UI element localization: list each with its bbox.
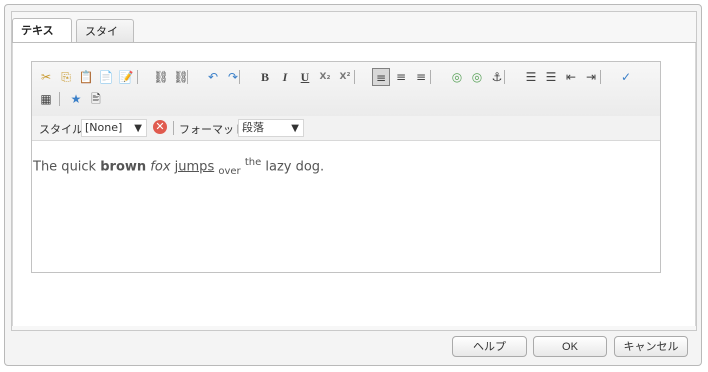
toolbar-separator [137, 70, 138, 84]
text-underline: jumps [174, 159, 215, 175]
special-char-icon[interactable]: ★ [67, 90, 85, 108]
underline-icon[interactable]: U [296, 68, 314, 86]
align-right-icon[interactable]: ≡ [412, 68, 430, 86]
undo-icon[interactable]: ↶ [204, 68, 222, 86]
italic-icon[interactable]: I [276, 68, 294, 86]
help-button[interactable]: ヘルプ [452, 336, 527, 357]
format-select[interactable]: 段落 ▼ [238, 119, 304, 137]
editor-toolbar: ✂ ⎘ 📋 📄 📝 ⛓ ⛓ ↶ ↷ B I U X₂ X² ≡ ≡ ≡ ◎ ◎ ⚓ ☰ ☰ ⇤ ⇥ ✓ ▦ ★ 🖹 [32, 62, 660, 117]
style-select-value: [None] [85, 121, 123, 134]
indent-icon[interactable]: ⇥ [582, 68, 600, 86]
format-label: フォーマット [179, 123, 245, 136]
tab-text[interactable]: テキスト [12, 18, 72, 61]
table-icon[interactable]: ▦ [37, 90, 55, 108]
align-left-icon[interactable]: ≡ [372, 68, 390, 86]
paste-text-icon[interactable]: 📄 [97, 68, 115, 86]
bulleted-list-icon[interactable]: ☰ [522, 68, 540, 86]
superscript-icon[interactable]: X² [336, 68, 354, 86]
toolbar-separator [430, 70, 431, 84]
dialog-footer: ヘルプ OK キャンセル [6, 331, 692, 361]
cancel-button[interactable]: キャンセル [614, 336, 688, 357]
text-plain-end: lazy dog. [265, 159, 325, 175]
chevron-down-icon: ▼ [134, 123, 142, 134]
tab-content: ✂ ⎘ 📋 📄 📝 ⛓ ⛓ ↶ ↷ B I U X₂ X² ≡ ≡ ≡ ◎ ◎ ⚓ ☰ ☰ ⇤ ⇥ ✓ ▦ ★ 🖹 スタイル [Non… [12, 43, 696, 326]
style-label: スタイル [39, 123, 83, 136]
toolbar-separator [173, 121, 174, 135]
style-format-bar: スタイル [None] ▼ ✕ フォーマット 段落 ▼ [32, 116, 660, 141]
format-select-value: 段落 [242, 121, 264, 134]
spellcheck-icon[interactable]: ✓ [617, 68, 635, 86]
text-subscript: over [218, 165, 241, 177]
cut-icon[interactable]: ✂ [37, 68, 55, 86]
paste-word-icon[interactable]: 📝 [117, 68, 135, 86]
text-bold: brown [100, 159, 147, 175]
toolbar-separator [600, 70, 601, 84]
text-italic: fox [150, 159, 171, 175]
text-superscript: the [244, 157, 262, 168]
outdent-icon[interactable]: ⇤ [562, 68, 580, 86]
align-center-icon[interactable]: ≡ [392, 68, 410, 86]
text-plain: The quick [33, 159, 97, 175]
paste-icon[interactable]: 📋 [77, 68, 95, 86]
link-icon[interactable]: ⛓ [152, 68, 170, 86]
toolbar-separator [239, 70, 240, 84]
subscript-icon[interactable]: X₂ [316, 68, 334, 86]
find-replace-icon[interactable]: 🖹 [87, 90, 105, 108]
toolbar-separator [187, 70, 188, 84]
rich-text-editor: ✂ ⎘ 📋 📄 📝 ⛓ ⛓ ↶ ↷ B I U X₂ X² ≡ ≡ ≡ ◎ ◎ ⚓ ☰ ☰ ⇤ ⇥ ✓ ▦ ★ 🖹 スタイル [Non… [31, 61, 661, 273]
ok-button[interactable]: OK [533, 336, 607, 357]
toolbar-separator [504, 70, 505, 84]
editor-content: The quick brown fox jumps over the lazy … [33, 157, 324, 177]
tabs: テキスト スタイル [12, 10, 684, 62]
link-green-icon[interactable]: ◎ [448, 68, 466, 86]
unlink-green-icon[interactable]: ◎ [468, 68, 486, 86]
toolbar-separator [354, 70, 355, 84]
clear-style-icon[interactable]: ✕ [153, 120, 167, 134]
editor-text-area[interactable]: The quick brown fox jumps over the lazy … [32, 141, 660, 271]
tab-style[interactable]: スタイル [76, 19, 134, 62]
bold-icon[interactable]: B [256, 68, 274, 86]
toolbar-separator [59, 92, 60, 106]
numbered-list-icon[interactable]: ☰ [542, 68, 560, 86]
style-select[interactable]: [None] ▼ [81, 119, 147, 137]
chevron-down-icon: ▼ [291, 123, 299, 134]
copy-icon[interactable]: ⎘ [57, 68, 75, 86]
